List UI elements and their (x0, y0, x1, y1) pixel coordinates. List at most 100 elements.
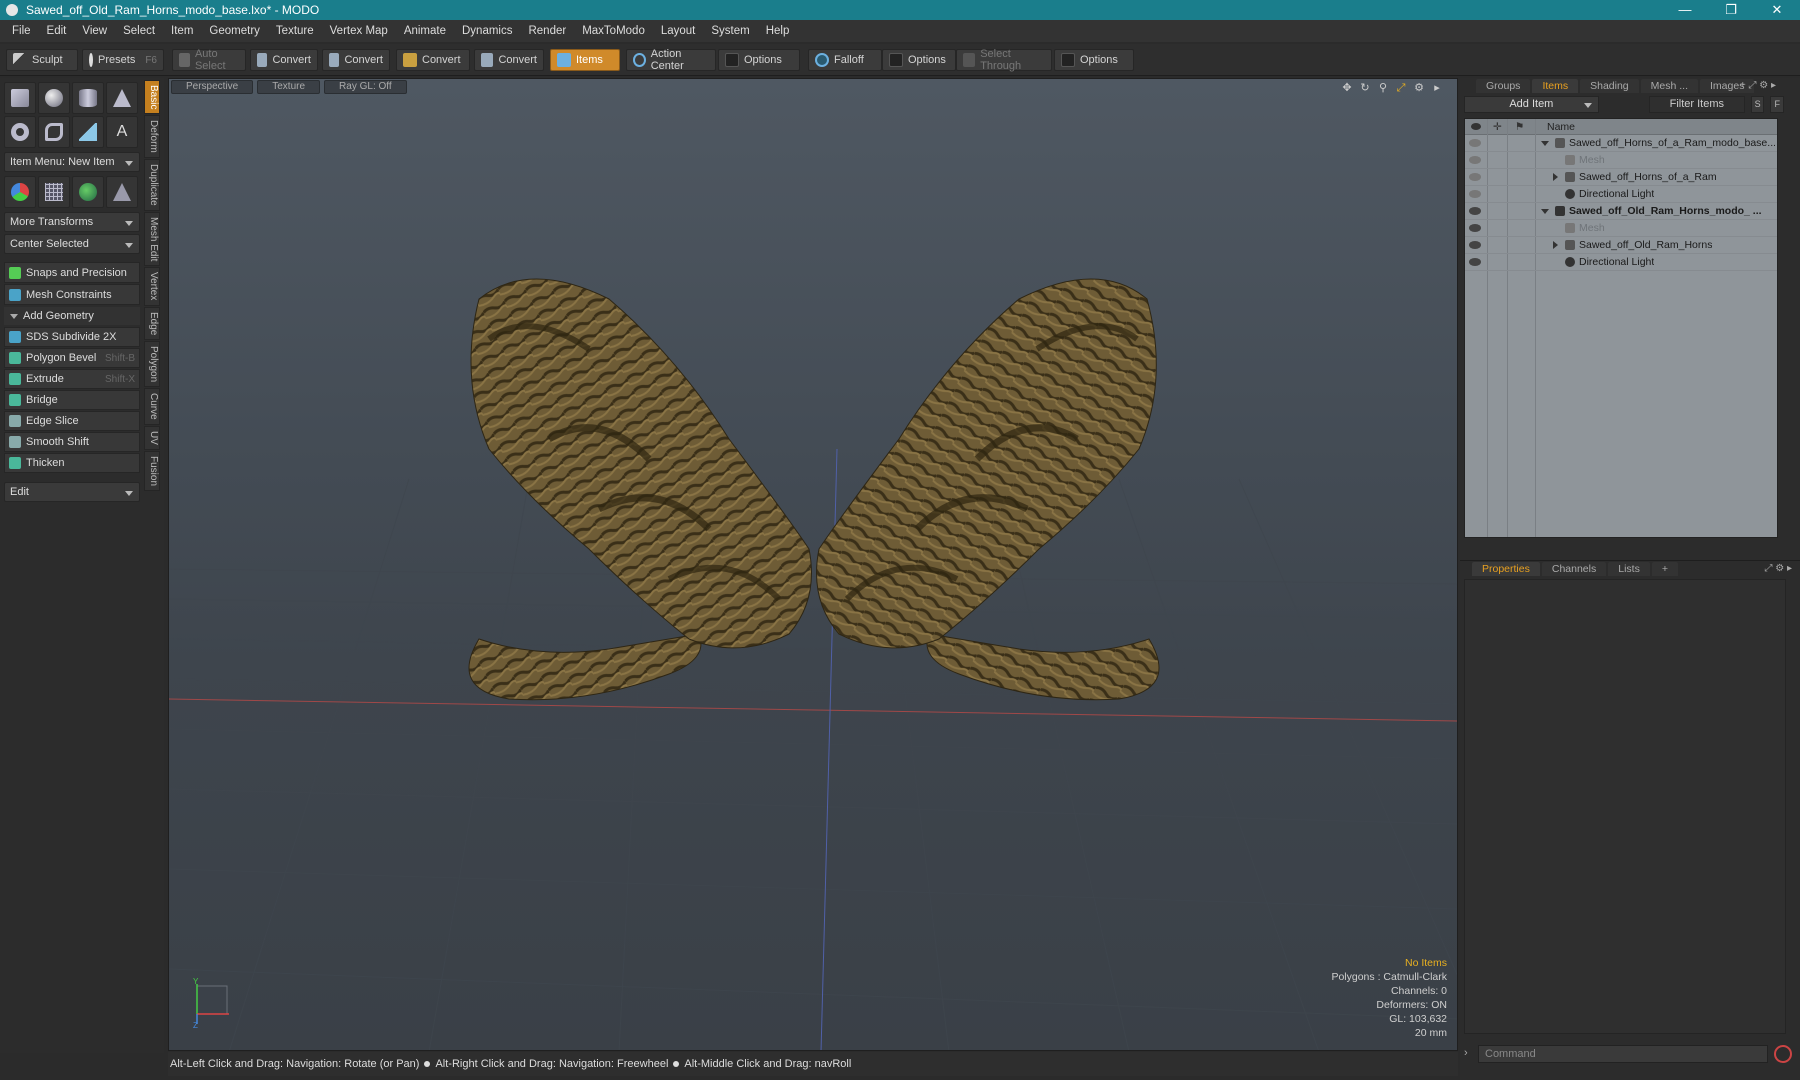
vtab-uv[interactable]: UV (144, 425, 160, 450)
smooth-shift-button[interactable]: Smooth Shift (4, 432, 140, 452)
s-toggle-button[interactable]: S (1750, 96, 1765, 113)
menu-dynamics[interactable]: Dynamics (454, 25, 520, 37)
vtab-vertex[interactable]: Vertex (144, 267, 160, 306)
taper-button[interactable] (106, 176, 138, 208)
cone-primitive-button[interactable] (106, 82, 138, 114)
vtab-curve[interactable]: Curve (144, 388, 160, 425)
tab-properties[interactable]: Properties (1472, 562, 1540, 576)
command-input[interactable]: Command (1478, 1045, 1768, 1063)
sculpt-button[interactable]: Sculpt (6, 49, 78, 71)
cylinder-primitive-button[interactable] (72, 82, 104, 114)
fit-icon[interactable]: ⤢ (1395, 82, 1407, 94)
vtab-fusion[interactable]: Fusion (144, 450, 160, 491)
menu-help[interactable]: Help (758, 25, 798, 37)
menu-texture[interactable]: Texture (268, 25, 322, 37)
menu-system[interactable]: System (703, 25, 757, 37)
raygl-tab[interactable]: Ray GL: Off (324, 80, 407, 94)
menu-render[interactable]: Render (520, 25, 574, 37)
list-item[interactable]: Sawed_off_Horns_of_a_Ram_modo_base.... (1465, 135, 1777, 152)
menu-edit[interactable]: Edit (39, 25, 75, 37)
extrude-button[interactable]: Extrude Shift-X (4, 369, 140, 389)
eye-icon[interactable] (1469, 207, 1481, 215)
settings-gear-icon[interactable]: ⚙ (1413, 82, 1425, 94)
menu-view[interactable]: View (74, 25, 115, 37)
select-through-button[interactable]: Select Through (956, 48, 1052, 72)
f-toggle-button[interactable]: F (1770, 96, 1784, 113)
edit-dropdown[interactable]: Edit (4, 482, 140, 502)
command-history-button[interactable] (1774, 1045, 1792, 1063)
shading-mode-tab[interactable]: Texture (257, 80, 321, 94)
vtab-polygon[interactable]: Polygon (144, 341, 160, 388)
zoom-icon[interactable]: ⚲ (1377, 82, 1389, 94)
falloff-button[interactable]: Falloff (808, 49, 882, 71)
tab-groups[interactable]: Groups (1476, 79, 1531, 93)
text-tool-button[interactable]: A (106, 116, 138, 148)
list-item[interactable]: Sawed_off_Horns_of_a_Ram (1465, 169, 1777, 186)
expand-arrow-icon[interactable] (1541, 140, 1549, 146)
add-geometry-section[interactable]: Add Geometry (4, 307, 140, 325)
eye-icon[interactable] (1469, 190, 1481, 198)
panel-corner-icons[interactable]: ⤢ ⚙ ▸ (1764, 563, 1792, 574)
minimize-button[interactable]: — (1662, 0, 1708, 20)
tab-channels[interactable]: Channels (1541, 562, 1607, 576)
presets-button[interactable]: Presets F6 (82, 49, 164, 71)
command-arrow-icon[interactable]: › (1464, 1047, 1468, 1059)
tab-items[interactable]: Items (1532, 79, 1579, 93)
snaps-precision-button[interactable]: Snaps and Precision (4, 262, 140, 283)
grid-button[interactable] (38, 176, 70, 208)
tab-mesh[interactable]: Mesh ... (1640, 79, 1699, 93)
expand-arrow-icon[interactable] (1541, 208, 1549, 214)
list-item[interactable]: Directional Light (1465, 254, 1777, 271)
eye-icon[interactable] (1469, 224, 1481, 232)
lock-column-icon[interactable]: ✛ (1493, 121, 1502, 133)
filter-items-field[interactable]: Filter Items (1648, 96, 1745, 113)
pen-tool-button[interactable] (72, 116, 104, 148)
name-column-header[interactable]: Name (1547, 121, 1575, 133)
expand-arrow-icon[interactable]: ▸ (1431, 82, 1443, 94)
vtab-basic[interactable]: Basic (144, 80, 160, 115)
list-item[interactable]: Sawed_off_Old_Ram_Horns_modo_ ... (1465, 203, 1777, 220)
item-menu-dropdown[interactable]: Item Menu: New Item (4, 152, 140, 172)
tube-primitive-button[interactable] (38, 116, 70, 148)
mesh-constraints-button[interactable]: Mesh Constraints (4, 284, 140, 305)
rotate-icon[interactable]: ↻ (1359, 82, 1371, 94)
close-button[interactable]: ✕ (1754, 0, 1800, 20)
thicken-button[interactable]: Thicken (4, 453, 140, 473)
eye-icon[interactable] (1469, 139, 1481, 147)
expand-arrow-icon[interactable] (1553, 241, 1558, 249)
visibility-column-icon[interactable] (1471, 123, 1481, 130)
menu-geometry[interactable]: Geometry (201, 25, 268, 37)
items-mode-button[interactable]: Items (550, 49, 620, 71)
eye-icon[interactable] (1469, 241, 1481, 249)
list-item[interactable]: Directional Light (1465, 186, 1777, 203)
select-through-options-button[interactable]: Options (1054, 49, 1134, 71)
polygon-bevel-button[interactable]: Polygon Bevel Shift-B (4, 348, 140, 368)
maximize-button[interactable]: ❐ (1708, 0, 1754, 20)
action-center-button[interactable]: Action Center (626, 48, 716, 72)
convert-vertices-button[interactable]: Convert (250, 49, 318, 71)
globe-button[interactable] (72, 176, 104, 208)
eye-icon[interactable] (1469, 173, 1481, 181)
action-center-options-button[interactable]: Options (718, 49, 800, 71)
eye-icon[interactable] (1469, 258, 1481, 266)
pan-icon[interactable]: ✥ (1341, 82, 1353, 94)
edge-slice-button[interactable]: Edge Slice (4, 411, 140, 431)
menu-select[interactable]: Select (115, 25, 163, 37)
3d-viewport[interactable]: Perspective Texture Ray GL: Off ✥ ↻ ⚲ ⤢ … (168, 78, 1458, 1051)
vtab-edge[interactable]: Edge (144, 306, 160, 341)
menu-file[interactable]: File (4, 25, 39, 37)
render-column-icon[interactable]: ⚑ (1515, 121, 1524, 133)
convert-edges-button[interactable]: Convert (322, 49, 390, 71)
tab-lists[interactable]: Lists (1608, 562, 1650, 576)
add-item-dropdown[interactable]: Add Item (1464, 96, 1599, 113)
sds-subdivide-button[interactable]: SDS Subdivide 2X (4, 327, 140, 347)
vtab-deform[interactable]: Deform (144, 115, 160, 159)
tab-shading[interactable]: Shading (1580, 79, 1639, 93)
bridge-button[interactable]: Bridge (4, 390, 140, 410)
menu-vertex-map[interactable]: Vertex Map (322, 25, 396, 37)
expand-arrow-icon[interactable] (1553, 173, 1558, 181)
auto-select-button[interactable]: Auto Select (172, 48, 246, 72)
panel-corner-icons[interactable]: + ⤢ ⚙ ▸ (1740, 80, 1776, 91)
transform-button[interactable] (4, 176, 36, 208)
menu-item[interactable]: Item (163, 25, 201, 37)
